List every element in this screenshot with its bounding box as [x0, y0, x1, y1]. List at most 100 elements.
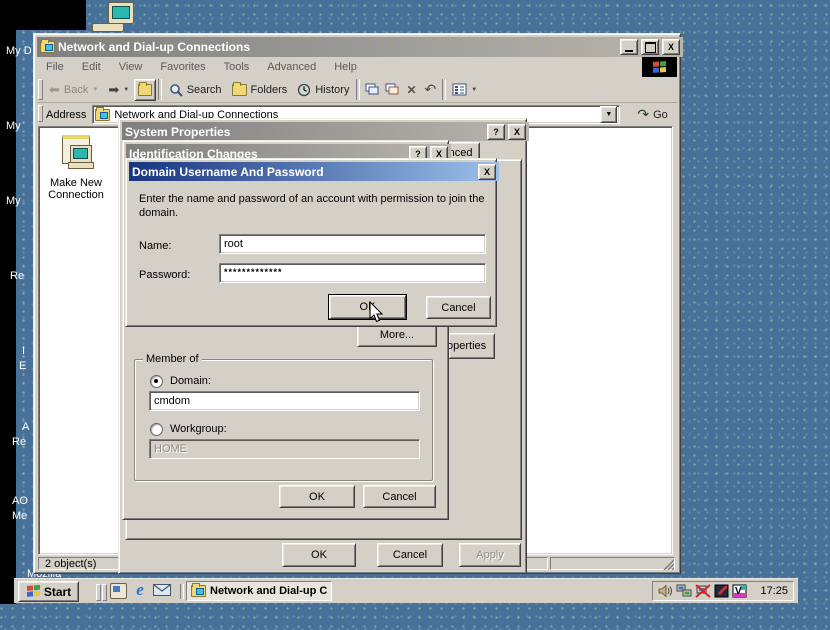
address-folder-icon — [95, 109, 110, 121]
desktop-label[interactable]: My D — [6, 45, 32, 57]
volume-icon[interactable] — [658, 584, 673, 598]
help-button[interactable]: ? — [487, 124, 505, 140]
address-dropdown-button[interactable]: ▼ — [600, 106, 617, 123]
desktop-label[interactable]: Re — [10, 270, 24, 282]
dialog-message-line2: domain. — [139, 207, 178, 219]
taskbar-separator — [180, 584, 184, 599]
toolbar: ⬅ Back ▼ ➡ ▼ ↑ Search F — [37, 77, 677, 103]
minimize-button[interactable] — [620, 39, 638, 55]
password-label: Password: — [139, 269, 190, 281]
taskbar-grip[interactable] — [102, 584, 107, 601]
desktop-label[interactable]: E — [19, 360, 26, 372]
network-disconnected-icon[interactable] — [695, 584, 711, 598]
password-input[interactable]: ************* — [219, 263, 486, 283]
close-button[interactable]: X — [508, 124, 526, 140]
up-folder-icon — [138, 84, 152, 96]
start-button[interactable]: Start — [18, 581, 79, 602]
undo-button[interactable]: ↶ — [421, 79, 441, 101]
taskbar-grip[interactable] — [96, 584, 101, 601]
make-new-connection-label: Make New Connection — [43, 177, 109, 201]
maximize-button[interactable] — [641, 39, 659, 55]
member-of-label: Member of — [143, 353, 202, 365]
identchanges-cancel-button[interactable]: Cancel — [363, 485, 436, 508]
desktop-label[interactable]: A — [22, 421, 29, 433]
desktop-label[interactable]: My — [6, 120, 21, 132]
vnc-icon[interactable]: V — [732, 584, 747, 598]
svg-text:V: V — [735, 586, 742, 597]
back-dropdown-icon[interactable]: ▼ — [92, 87, 98, 93]
properties-button-fragment[interactable]: operties — [448, 333, 495, 359]
folders-button[interactable]: Folders — [227, 79, 293, 101]
clock[interactable]: 17:25 — [760, 585, 788, 597]
move-to-icon — [385, 83, 399, 96]
menu-view[interactable]: View — [110, 60, 152, 74]
search-label: Search — [187, 84, 222, 96]
workgroup-radio[interactable] — [150, 423, 163, 436]
menu-help[interactable]: Help — [325, 60, 366, 74]
identchanges-ok-button[interactable]: OK — [279, 485, 355, 508]
desktop-label[interactable]: Me — [12, 510, 27, 522]
delete-button[interactable]: ✕ — [402, 79, 420, 101]
sysprops-ok-button[interactable]: OK — [282, 543, 356, 567]
workgroup-input[interactable]: HOME — [149, 439, 420, 459]
menu-edit[interactable]: Edit — [73, 60, 110, 74]
menu-advanced[interactable]: Advanced — [258, 60, 325, 74]
domain-password-titlebar[interactable]: Domain Username And Password X — [129, 162, 499, 181]
sysprops-cancel-button[interactable]: Cancel — [377, 543, 443, 567]
desktop-label[interactable]: Re — [12, 436, 26, 448]
desktop-label[interactable]: AO — [12, 495, 28, 507]
desktop-label[interactable]: I — [22, 345, 25, 357]
views-dropdown-icon[interactable]: ▼ — [471, 87, 477, 93]
tray-app-icon[interactable] — [714, 584, 729, 598]
desktop-label[interactable]: My — [6, 195, 21, 207]
folders-icon — [232, 84, 247, 96]
domain-cancel-button[interactable]: Cancel — [426, 296, 491, 319]
toolbar-separator — [356, 79, 360, 100]
go-label: Go — [653, 109, 668, 121]
domain-value: cmdom — [154, 395, 190, 407]
toolbar-grip[interactable] — [38, 79, 43, 100]
menu-tools[interactable]: Tools — [215, 60, 259, 74]
mouse-cursor — [369, 301, 385, 324]
window-titlebar[interactable]: Network and Dial-up Connections X — [37, 37, 683, 57]
domain-ok-button[interactable]: OK — [329, 295, 406, 319]
forward-dropdown-icon[interactable]: ▼ — [123, 87, 129, 93]
menu-bar: File Edit View Favorites Tools Advanced … — [37, 57, 677, 77]
history-button[interactable]: History — [292, 79, 354, 101]
search-button[interactable]: Search — [164, 79, 227, 101]
quicklaunch-internet-explorer-icon[interactable]: e — [130, 580, 150, 600]
menu-favorites[interactable]: Favorites — [151, 60, 214, 74]
sysprops-apply-button[interactable]: Apply — [459, 543, 521, 567]
desktop-computer-icon[interactable] — [86, 0, 140, 33]
system-properties-titlebar[interactable]: System Properties ? X — [122, 122, 529, 141]
up-button[interactable]: ↑ — [134, 79, 156, 101]
resize-grip[interactable] — [661, 557, 674, 570]
name-label: Name: — [139, 240, 171, 252]
name-input[interactable]: root — [219, 234, 486, 254]
move-to-button[interactable] — [382, 79, 402, 101]
close-button[interactable]: X — [662, 39, 680, 55]
system-properties-title: System Properties — [125, 125, 484, 139]
task-folder-icon — [191, 585, 206, 597]
quicklaunch-outlook-icon[interactable] — [153, 584, 171, 596]
quicklaunch-show-desktop-icon[interactable] — [110, 583, 127, 599]
make-new-connection-item[interactable]: Make New Connection — [43, 135, 109, 207]
windows-flag-icon — [652, 61, 668, 74]
go-button[interactable]: ↷ Go — [632, 104, 672, 126]
domain-radio[interactable] — [150, 375, 163, 388]
dialog-message-line1: Enter the name and password of an accoun… — [139, 193, 484, 205]
start-label: Start — [44, 585, 71, 599]
task-label: Network and Dial-up C... — [210, 585, 327, 597]
copy-to-button[interactable] — [362, 79, 382, 101]
network-icon[interactable] — [676, 584, 692, 598]
domain-password-dialog: Domain Username And Password X Enter the… — [125, 158, 497, 327]
views-icon — [452, 83, 467, 96]
views-button[interactable]: ▼ — [448, 79, 481, 101]
forward-button[interactable]: ➡ ▼ — [103, 79, 134, 101]
back-button[interactable]: ⬅ Back ▼ — [44, 79, 103, 101]
task-button-network-connections[interactable]: Network and Dial-up C... — [186, 581, 332, 601]
menu-file[interactable]: File — [37, 60, 73, 74]
addressbar-grip[interactable] — [38, 105, 43, 122]
close-button[interactable]: X — [478, 164, 496, 180]
domain-input[interactable]: cmdom — [149, 391, 420, 411]
